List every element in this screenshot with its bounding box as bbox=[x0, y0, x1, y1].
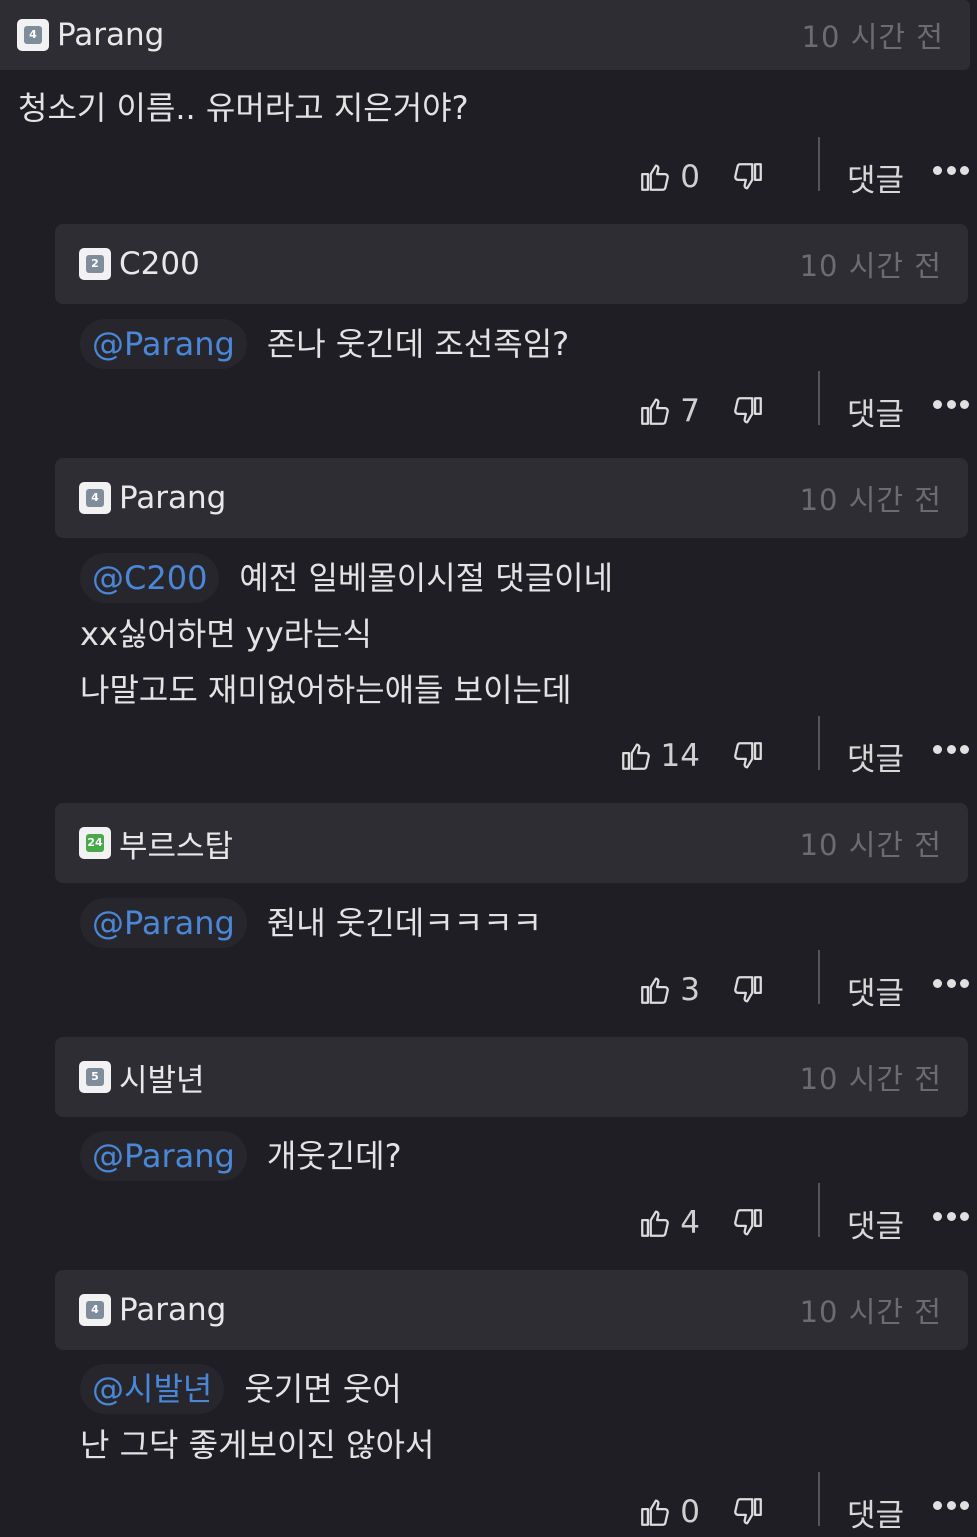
like-count: 0 bbox=[680, 159, 700, 195]
timestamp: 10 시간 전 bbox=[801, 20, 944, 54]
level-badge-icon: 4 bbox=[17, 19, 49, 51]
username[interactable]: Parang bbox=[57, 17, 164, 53]
more-dots-icon[interactable] bbox=[933, 1498, 969, 1512]
more-dots-icon[interactable] bbox=[933, 1209, 969, 1223]
timestamp: 10 시간 전 bbox=[799, 1295, 942, 1329]
reply-button[interactable]: 댓글 bbox=[847, 734, 904, 779]
reply-button[interactable]: 댓글 bbox=[847, 155, 904, 200]
mention-tag[interactable]: @Parang bbox=[80, 1131, 247, 1181]
thumbs-down-icon[interactable] bbox=[731, 1206, 765, 1240]
mention-tag[interactable]: @C200 bbox=[80, 553, 220, 603]
timestamp: 10 시간 전 bbox=[799, 828, 942, 862]
username[interactable]: Parang bbox=[119, 480, 226, 516]
divider bbox=[818, 1472, 820, 1526]
reply-button[interactable]: 댓글 bbox=[847, 968, 904, 1013]
comment-header: 2 C200 10 시간 전 bbox=[55, 224, 968, 304]
like-button[interactable]: 14 bbox=[619, 738, 700, 774]
thumbs-down-icon[interactable] bbox=[731, 160, 765, 194]
comment-body: 청소기 이름.. 유머라고 지은거야? bbox=[18, 89, 469, 127]
username[interactable]: 시발년 bbox=[119, 1055, 205, 1100]
thumbs-down-icon[interactable] bbox=[731, 394, 765, 428]
thumbs-up-icon bbox=[621, 743, 650, 770]
like-count: 0 bbox=[680, 1494, 700, 1530]
level-badge-icon: 24 bbox=[79, 827, 111, 859]
comment-actions: 14 댓글 bbox=[600, 716, 977, 781]
reply-button[interactable]: 댓글 bbox=[847, 389, 904, 434]
reply-button[interactable]: 댓글 bbox=[847, 1201, 904, 1246]
like-count: 14 bbox=[660, 738, 700, 774]
divider bbox=[818, 371, 820, 425]
like-count: 7 bbox=[680, 393, 700, 429]
thumbs-up-icon bbox=[641, 398, 670, 425]
comment-actions: 4 댓글 bbox=[600, 1183, 977, 1248]
like-count: 4 bbox=[680, 1205, 700, 1241]
comment-header: 4 Parang 10 시간 전 bbox=[0, 0, 970, 70]
timestamp: 10 시간 전 bbox=[799, 249, 942, 283]
thumbs-down-icon[interactable] bbox=[731, 973, 765, 1007]
comment-header: 4 Parang 10 시간 전 bbox=[55, 458, 968, 538]
thumbs-up-icon bbox=[641, 977, 670, 1004]
comment-header: 24 부르스탑 10 시간 전 bbox=[55, 803, 968, 883]
username[interactable]: 부르스탑 bbox=[119, 821, 233, 866]
comment-actions: 3 댓글 bbox=[600, 950, 977, 1015]
level-badge-icon: 2 bbox=[79, 248, 111, 280]
divider bbox=[818, 137, 820, 191]
timestamp: 10 시간 전 bbox=[799, 1062, 942, 1096]
comment-header: 4 Parang 10 시간 전 bbox=[55, 1270, 968, 1350]
username[interactable]: Parang bbox=[119, 1292, 226, 1328]
username[interactable]: C200 bbox=[119, 246, 200, 282]
thumbs-up-icon bbox=[641, 164, 670, 191]
comment-actions: 7 댓글 bbox=[600, 371, 977, 436]
thumbs-down-icon[interactable] bbox=[731, 1495, 765, 1529]
thumbs-up-icon bbox=[641, 1499, 670, 1526]
comment-actions: 0 댓글 bbox=[600, 1472, 977, 1537]
mention-tag[interactable]: @시발년 bbox=[80, 1364, 225, 1414]
mention-tag[interactable]: @Parang bbox=[80, 319, 247, 369]
comment-header: 5 시발년 10 시간 전 bbox=[55, 1037, 968, 1117]
more-dots-icon[interactable] bbox=[933, 163, 969, 177]
comment-body: @Parang 개웃긴데? bbox=[80, 1128, 402, 1184]
more-dots-icon[interactable] bbox=[933, 742, 969, 756]
level-badge-icon: 5 bbox=[79, 1061, 111, 1093]
more-dots-icon[interactable] bbox=[933, 976, 969, 990]
divider bbox=[818, 1183, 820, 1237]
like-button[interactable]: 7 bbox=[638, 393, 700, 429]
thumbs-up-icon bbox=[641, 1210, 670, 1237]
comment-actions: 0 댓글 bbox=[600, 137, 977, 202]
thumbs-down-icon[interactable] bbox=[731, 739, 765, 773]
like-button[interactable]: 4 bbox=[638, 1205, 700, 1241]
timestamp: 10 시간 전 bbox=[799, 483, 942, 517]
comment-body: @Parang 줜내 웃긴데ㅋㅋㅋㅋ bbox=[80, 895, 542, 951]
divider bbox=[818, 716, 820, 770]
reply-button[interactable]: 댓글 bbox=[847, 1490, 904, 1535]
like-count: 3 bbox=[680, 972, 700, 1008]
level-badge-icon: 4 bbox=[79, 482, 111, 514]
mention-tag[interactable]: @Parang bbox=[80, 898, 247, 948]
like-button[interactable]: 0 bbox=[638, 1494, 700, 1530]
more-dots-icon[interactable] bbox=[933, 397, 969, 411]
like-button[interactable]: 3 bbox=[638, 972, 700, 1008]
comment-body: @C200 예전 일베몰이시절 댓글이네 xx싫어하면 yy라는식 나말고도 재미… bbox=[80, 550, 613, 718]
like-button[interactable]: 0 bbox=[638, 159, 700, 195]
divider bbox=[818, 950, 820, 1004]
comment-body: @시발년 웃기면 웃어 난 그닥 좋게보이진 않아서 bbox=[80, 1361, 434, 1473]
level-badge-icon: 4 bbox=[79, 1294, 111, 1326]
comment-body: @Parang 존나 웃긴데 조선족임? bbox=[80, 316, 569, 372]
